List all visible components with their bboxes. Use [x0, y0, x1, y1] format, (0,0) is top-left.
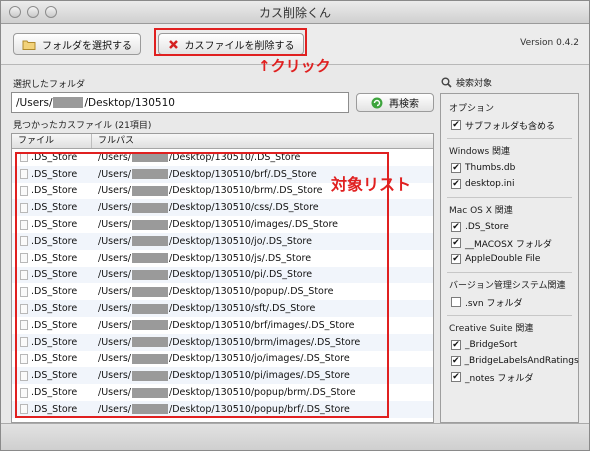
- checkmark-icon[interactable]: ✔: [451, 356, 461, 366]
- path-prefix: /Users/: [16, 96, 53, 109]
- checkmark-icon[interactable]: ✔: [451, 179, 461, 189]
- section-title: バージョン管理システム関連: [449, 281, 566, 291]
- checkmark-icon[interactable]: ✔: [451, 120, 461, 130]
- checkbox-label: __MACOSX フォルダ: [465, 239, 552, 250]
- scope-checkbox[interactable]: ✔ AppleDouble File: [441, 251, 578, 267]
- checkbox-label: desktop.ini: [465, 179, 515, 189]
- checkbox-label: .DS_Store: [465, 222, 509, 232]
- search-scope-label: 検索対象: [456, 79, 493, 89]
- select-folder-label: フォルダを選択する: [42, 40, 132, 52]
- checkmark-icon[interactable]: ✔: [451, 372, 461, 382]
- scope-checkbox[interactable]: ✔ _BridgeLabelsAndRatings: [441, 353, 579, 369]
- title-bar: カス削除くん: [1, 1, 589, 24]
- section-title: Mac OS X 関連: [449, 206, 513, 216]
- scope-checkbox[interactable]: ✔ _notes フォルダ: [441, 369, 578, 385]
- select-folder-button[interactable]: フォルダを選択する: [13, 33, 141, 55]
- scope-checkbox[interactable]: .svn フォルダ: [441, 294, 578, 310]
- bottom-bar: [1, 423, 589, 450]
- search-scope-panel: オプション ✔ サブフォルダも含める Windows 関連 ✔ Thumbs.db ✔ des…: [440, 93, 579, 423]
- section-divider: [447, 138, 572, 139]
- section-divider: [447, 197, 572, 198]
- rescan-label: 再検索: [389, 99, 419, 110]
- checkbox-label: _BridgeSort: [465, 340, 518, 350]
- selected-folder-label: 選択したフォルダ: [13, 80, 86, 90]
- search-scope-header: 検索対象: [441, 76, 492, 89]
- window-title: カス削除くん: [258, 6, 331, 20]
- empty-checkbox-icon[interactable]: [451, 297, 461, 307]
- section-title: Creative Suite 関連: [449, 324, 534, 334]
- redacted-username: [53, 97, 84, 108]
- refresh-icon: [371, 97, 383, 108]
- checkbox-label: AppleDouble File: [465, 254, 541, 264]
- rescan-button[interactable]: 再検索: [356, 93, 434, 112]
- checkmark-icon[interactable]: ✔: [451, 254, 461, 264]
- scope-checkbox[interactable]: ✔ desktop.ini: [441, 176, 578, 192]
- checkmark-icon[interactable]: ✔: [451, 163, 461, 173]
- version-label: Version 0.4.2: [520, 38, 579, 48]
- checkbox-label: _BridgeLabelsAndRatings: [464, 356, 579, 366]
- section-divider: [447, 272, 572, 273]
- scope-checkbox[interactable]: ✔ Thumbs.db: [441, 160, 578, 176]
- scope-checkbox[interactable]: ✔ __MACOSX フォルダ: [441, 235, 578, 251]
- checkmark-icon[interactable]: ✔: [451, 222, 461, 232]
- delete-button-highlight: [154, 28, 307, 56]
- checkbox-label: Thumbs.db: [465, 163, 516, 173]
- column-header-file[interactable]: ファイル: [12, 134, 92, 148]
- folder-icon: [22, 40, 36, 50]
- search-icon: [441, 77, 452, 88]
- checkmark-icon[interactable]: ✔: [451, 238, 461, 248]
- click-annotation: ↑クリック: [258, 57, 331, 75]
- target-list-annotation: 対象リスト: [331, 175, 412, 194]
- checkbox-label: _notes フォルダ: [465, 373, 534, 384]
- scope-checkbox[interactable]: ✔ サブフォルダも含める: [441, 117, 578, 133]
- folder-path-field[interactable]: /Users/ /Desktop/130510: [11, 92, 349, 113]
- checkbox-label: .svn フォルダ: [465, 298, 523, 309]
- found-files-label: 見つかったカスファイル (21項目): [13, 121, 152, 131]
- app-window: カス削除くん フォルダを選択する カスファイルを削除する Version 0.4…: [0, 0, 590, 451]
- checkmark-icon[interactable]: ✔: [451, 340, 461, 350]
- column-header-fullpath[interactable]: フルパス: [92, 134, 433, 148]
- checkbox-label: サブフォルダも含める: [465, 121, 556, 132]
- table-header: ファイル フルパス: [12, 134, 433, 149]
- scope-checkbox[interactable]: ✔ _BridgeSort: [441, 337, 578, 353]
- section-divider: [447, 315, 572, 316]
- scope-checkbox[interactable]: ✔ .DS_Store: [441, 219, 578, 235]
- path-suffix: /Desktop/130510: [84, 96, 175, 109]
- section-title: オプション: [449, 104, 495, 114]
- section-title: Windows 関連: [449, 147, 511, 157]
